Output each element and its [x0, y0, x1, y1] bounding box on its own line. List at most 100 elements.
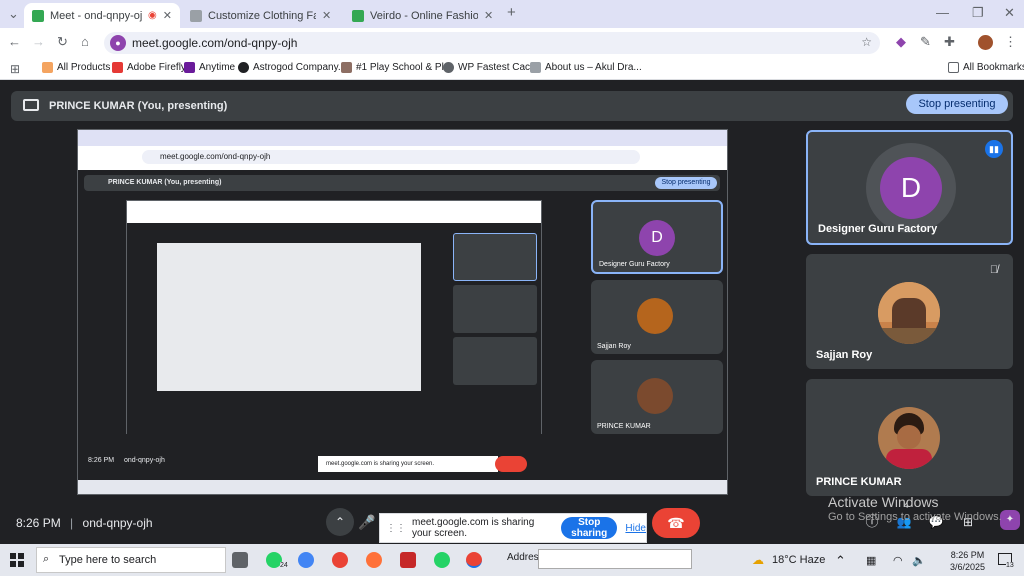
address-toolbar-input[interactable]: [538, 549, 692, 569]
address-bar[interactable]: ● meet.google.com/ond-qnpy-ojh ☆: [104, 32, 880, 54]
meeting-code: ond-qnpy-ojh: [82, 516, 153, 530]
chrome-icon[interactable]: [332, 552, 348, 568]
astrogod-icon: [238, 62, 249, 73]
nested-tile: [453, 337, 537, 385]
weather-text[interactable]: 18°C Haze: [772, 554, 825, 566]
win-square: [18, 553, 24, 559]
pen-icon[interactable]: ✎: [920, 35, 931, 49]
weather-icon: ☁: [752, 553, 764, 567]
chevron-up-icon[interactable]: ⌃: [835, 554, 846, 568]
clock-date: 3/6/2025: [950, 562, 986, 572]
photo-shirt: [886, 449, 932, 469]
maximize-icon[interactable]: ❐: [972, 6, 984, 20]
bookmark-item[interactable]: #1 Play School & Pl...: [341, 62, 452, 73]
forward-icon[interactable]: →: [32, 35, 45, 49]
preview-photo: [637, 298, 673, 334]
close-icon[interactable]: ✕: [484, 9, 493, 22]
apps-icon[interactable]: ⊞: [10, 62, 20, 76]
preview-tile-designer: D Designer Guru Factory: [591, 200, 723, 274]
hide-link[interactable]: Hide: [625, 523, 646, 534]
bookmark-item[interactable]: Astrogod Company...: [238, 62, 346, 73]
folder-icon: [42, 62, 53, 73]
window-close-icon[interactable]: ✕: [1004, 6, 1015, 20]
tile-sajjan-roy[interactable]: 🎙̸ Sajjan Roy: [806, 254, 1013, 369]
preview-time: 8:26 PM: [88, 457, 115, 464]
avatar: D: [880, 157, 942, 219]
win-square: [18, 561, 24, 567]
preview-presenting-label: PRINCE KUMAR (You, presenting): [84, 175, 720, 191]
extension-icon[interactable]: ◆: [896, 35, 906, 49]
tab-search-icon[interactable]: ⌄: [8, 7, 19, 21]
bookmark-item[interactable]: Adobe Firefly: [112, 62, 186, 73]
speaking-indicator-icon: ▮▮: [985, 140, 1003, 158]
screen-share-preview: meet.google.com/ond-qnpy-ojh PRINCE KUMA…: [77, 129, 728, 495]
tile-prince-kumar[interactable]: PRINCE KUMAR: [806, 379, 1013, 496]
tab-title: Meet - ond-qnpy-ojh: [50, 9, 143, 22]
bookmark-label: Anytime: [199, 62, 236, 73]
system-clock[interactable]: 8:26 PM 3/6/2025: [950, 549, 985, 573]
drag-handle-icon[interactable]: ⋮⋮: [386, 523, 406, 534]
firefox-icon[interactable]: [366, 552, 382, 568]
search-icon: ⌕: [43, 553, 50, 565]
menu-icon[interactable]: ⋮: [1004, 35, 1017, 49]
preview-url: meet.google.com/ond-qnpy-ojh: [142, 150, 640, 164]
whatsapp-web-icon[interactable]: [434, 552, 450, 568]
recorder-icon[interactable]: [400, 552, 416, 568]
more-controls-chevron-icon[interactable]: ⌃: [326, 508, 354, 536]
profile-avatar[interactable]: [978, 35, 993, 50]
avatar: [878, 282, 940, 344]
nested-tile: [453, 285, 537, 333]
bookmark-star-icon[interactable]: ☆: [861, 35, 872, 49]
new-tab-icon[interactable]: +: [507, 5, 516, 20]
preview-tile-sajjan: Sajjan Roy: [591, 280, 723, 354]
photo-face: [897, 425, 921, 449]
nested-meet: [127, 223, 541, 435]
gemini-icon[interactable]: ✦: [1000, 510, 1020, 530]
bookmark-item[interactable]: About us – Akul Dra...: [530, 62, 642, 73]
search-placeholder: Type here to search: [59, 554, 157, 566]
preview-tabbar: [78, 130, 727, 146]
tab-veirdo[interactable]: Veirdo - Online Fashion Store fo ✕: [344, 3, 504, 28]
task-view-icon[interactable]: [232, 552, 248, 568]
preview-meet: PRINCE KUMAR (You, presenting) Stop pres…: [78, 170, 727, 494]
tab-title: Customize Clothing Factory - C: [208, 9, 316, 22]
puzzle-icon[interactable]: ✚: [944, 35, 955, 49]
preview-share-banner: meet.google.com is sharing your screen.: [318, 456, 498, 472]
mic-icon[interactable]: 🎤: [352, 508, 382, 536]
bookmark-item[interactable]: Anytime: [184, 62, 235, 73]
mic-site-icon[interactable]: ●: [110, 35, 126, 51]
tab-meet[interactable]: Meet - ond-qnpy-ojh ◉ ✕: [24, 3, 180, 28]
sharing-text: meet.google.com is sharing your screen.: [412, 517, 535, 539]
participant-name: Sajjan Roy: [816, 349, 873, 361]
back-icon[interactable]: ←: [8, 35, 21, 49]
reload-icon[interactable]: ↻: [57, 35, 68, 49]
all-bookmarks[interactable]: All Bookmarks: [948, 62, 1024, 73]
bookmark-item[interactable]: All Products: [42, 62, 110, 73]
tile-designer-guru-factory[interactable]: D ▮▮ Designer Guru Factory: [806, 130, 1013, 245]
minimize-icon[interactable]: —: [936, 6, 949, 20]
close-icon[interactable]: ✕: [163, 9, 172, 22]
preview-name: PRINCE KUMAR: [597, 423, 651, 430]
wifi-icon[interactable]: ◠: [893, 554, 903, 568]
clock-time: 8:26 PM: [950, 550, 985, 560]
bookmark-item[interactable]: WP Fastest Cache: [443, 62, 541, 73]
stop-sharing-button[interactable]: Stop sharing: [561, 517, 618, 539]
close-icon[interactable]: ✕: [322, 9, 331, 22]
chrome-active-icon[interactable]: [466, 552, 482, 568]
hangup-button[interactable]: ☎: [652, 508, 700, 538]
copilot-icon[interactable]: [298, 552, 314, 568]
nested-level-2: [157, 243, 421, 391]
meet-favicon-icon: [32, 9, 44, 22]
notification-count: 13: [1006, 562, 1014, 569]
network-icon[interactable]: ▦: [866, 554, 876, 568]
volume-icon[interactable]: 🔈: [912, 554, 926, 568]
browser-toolbar: ← → ↻ ⌂ ● meet.google.com/ond-qnpy-ojh ☆…: [0, 28, 1024, 58]
win-square: [10, 553, 16, 559]
recording-icon: ◉: [148, 10, 157, 21]
tab-customize[interactable]: Customize Clothing Factory - C ✕: [182, 3, 342, 28]
stop-presenting-button[interactable]: Stop presenting: [906, 94, 1008, 114]
meeting-time: 8:26 PM: [16, 516, 61, 530]
windows-start-icon[interactable]: [10, 553, 24, 567]
home-icon[interactable]: ⌂: [81, 35, 89, 49]
taskbar-search[interactable]: ⌕ Type here to search: [36, 547, 226, 573]
